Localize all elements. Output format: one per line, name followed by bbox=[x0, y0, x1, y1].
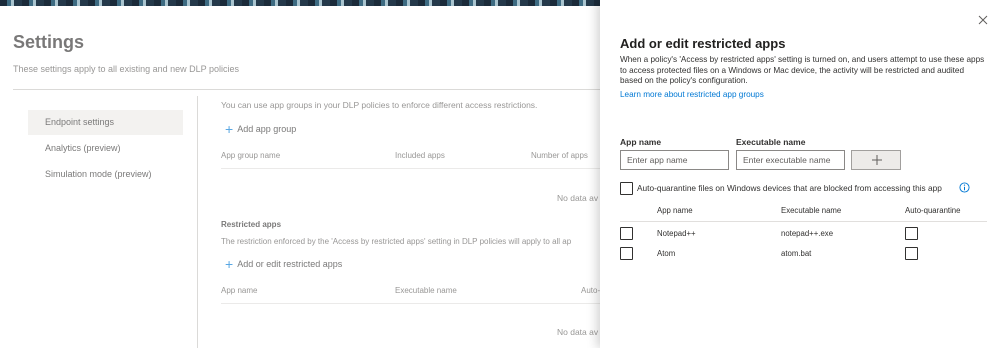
info-icon[interactable] bbox=[959, 182, 970, 193]
close-icon bbox=[978, 15, 988, 25]
add-app-button[interactable] bbox=[851, 150, 901, 170]
table-header-app-name[interactable]: App name bbox=[657, 206, 693, 215]
auto-quarantine-row-checkbox[interactable] bbox=[905, 227, 918, 240]
modal-overlay[interactable] bbox=[0, 6, 600, 348]
auto-quarantine-checkbox[interactable] bbox=[620, 182, 633, 195]
auto-quarantine-row-checkbox[interactable] bbox=[905, 247, 918, 260]
learn-more-link[interactable]: Learn more about restricted app groups bbox=[620, 90, 764, 99]
panel-description: When a policy's 'Access by restricted ap… bbox=[620, 55, 985, 86]
table-header-auto-quarantine[interactable]: Auto-quarantine bbox=[905, 206, 960, 215]
executable-name-cell: atom.bat bbox=[781, 249, 812, 258]
app-name-cell: Notepad++ bbox=[657, 229, 696, 238]
panel-title: Add or edit restricted apps bbox=[620, 36, 786, 51]
app-name-label: App name bbox=[620, 137, 662, 147]
table-header-executable-name[interactable]: Executable name bbox=[781, 206, 841, 215]
app-name-input[interactable] bbox=[620, 150, 729, 170]
row-select-checkbox[interactable] bbox=[620, 227, 633, 240]
auto-quarantine-label: Auto-quarantine files on Windows devices… bbox=[637, 183, 942, 193]
plus-icon bbox=[872, 155, 882, 165]
app-name-cell: Atom bbox=[657, 249, 676, 258]
table-divider bbox=[620, 221, 987, 222]
close-button[interactable] bbox=[977, 13, 989, 25]
restricted-apps-panel: Add or edit restricted apps When a polic… bbox=[600, 0, 999, 348]
executable-name-cell: notepad++.exe bbox=[781, 229, 834, 238]
row-select-checkbox[interactable] bbox=[620, 247, 633, 260]
executable-name-input[interactable] bbox=[736, 150, 845, 170]
executable-name-label: Executable name bbox=[736, 137, 806, 147]
